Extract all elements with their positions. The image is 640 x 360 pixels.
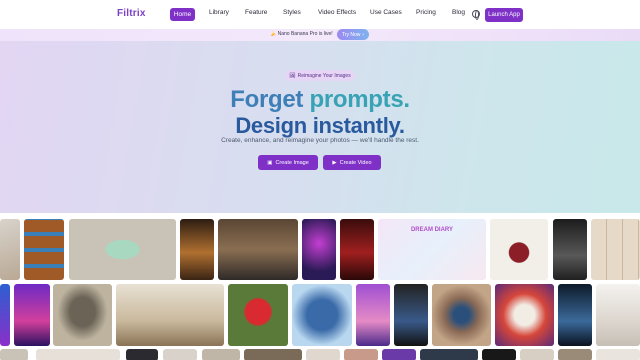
gallery-image[interactable]: [69, 219, 176, 280]
nav-video-effects[interactable]: Video Effects: [318, 9, 356, 16]
hero-title-part2: prompts.: [309, 86, 410, 113]
nav-blog[interactable]: Blog: [452, 9, 465, 16]
image-gallery: DREAM DIARY: [0, 213, 640, 360]
brand-logo[interactable]: Filtrix: [117, 8, 146, 19]
gallery-image[interactable]: [596, 284, 640, 346]
nav-use-cases[interactable]: Use Cases: [370, 9, 402, 16]
gallery-image[interactable]: [292, 284, 352, 346]
dream-diary-text: DREAM DIARY: [410, 227, 454, 233]
gallery-image[interactable]: [228, 284, 288, 346]
gallery-image[interactable]: [394, 284, 428, 346]
gallery-image[interactable]: [356, 284, 390, 346]
image-icon: 🖼: [289, 72, 296, 79]
gallery-image[interactable]: [382, 349, 416, 360]
gallery-image[interactable]: [24, 219, 64, 280]
gallery-image[interactable]: [202, 349, 240, 360]
create-video-button[interactable]: ▶ Create Video: [323, 155, 381, 170]
nav-feature[interactable]: Feature: [245, 9, 267, 16]
globe-icon[interactable]: [472, 10, 480, 20]
gallery-image[interactable]: [520, 349, 554, 360]
gallery-image[interactable]: [420, 349, 478, 360]
gallery-image[interactable]: [432, 284, 491, 346]
try-now-label: Try Now: [341, 31, 361, 38]
hero-subtitle: Create, enhance, and reimagine your phot…: [221, 137, 419, 144]
launch-app-button[interactable]: Launch App: [485, 8, 523, 22]
nav-library[interactable]: Library: [209, 9, 229, 16]
gallery-image[interactable]: [558, 284, 592, 346]
gallery-image[interactable]: [596, 349, 640, 360]
announcement-text: 🍌 Nano Banana Pro is live!: [270, 31, 333, 37]
create-video-label: Create Video: [339, 159, 372, 166]
gallery-image[interactable]: [0, 284, 10, 346]
gallery-image[interactable]: [302, 219, 336, 280]
hero-title-part1: Forget: [230, 86, 310, 113]
gallery-image[interactable]: [490, 219, 548, 280]
try-now-button[interactable]: Try Now ›: [337, 29, 369, 40]
video-icon: ▶: [332, 159, 337, 166]
hero-badge: 🖼 Reimagine Your Images: [285, 70, 355, 81]
gallery-image[interactable]: [180, 219, 214, 280]
gallery-image[interactable]: [591, 219, 640, 280]
gallery-image[interactable]: [116, 284, 224, 346]
gallery-image[interactable]: [126, 349, 158, 360]
top-navbar: Filtrix Home Library Feature Styles Vide…: [0, 0, 640, 29]
gallery-image[interactable]: [218, 219, 298, 280]
gallery-image[interactable]: [340, 219, 374, 280]
create-image-label: Create Image: [275, 159, 309, 166]
hero-badge-label: Reimagine Your Images: [297, 72, 351, 79]
hero-title-line2: Design instantly.: [235, 113, 405, 138]
gallery-image[interactable]: [482, 349, 516, 360]
gallery-image[interactable]: [306, 349, 340, 360]
gallery-image[interactable]: [344, 349, 378, 360]
chevron-right-icon: ›: [362, 31, 365, 38]
gallery-image[interactable]: [495, 284, 554, 346]
gallery-image[interactable]: [244, 349, 302, 360]
nav-pricing[interactable]: Pricing: [416, 9, 436, 16]
create-image-button[interactable]: ▣ Create Image: [258, 155, 318, 170]
hero-title: Forget prompts.: [0, 86, 640, 114]
image-icon: ▣: [267, 159, 273, 166]
gallery-image[interactable]: [163, 349, 197, 360]
gallery-image[interactable]: [36, 349, 120, 360]
gallery-image[interactable]: [53, 284, 112, 346]
gallery-image[interactable]: [14, 284, 50, 346]
nav-home-button[interactable]: Home: [170, 8, 195, 21]
gallery-image[interactable]: [0, 349, 28, 360]
gallery-image[interactable]: [558, 349, 592, 360]
gallery-image[interactable]: [0, 219, 20, 280]
gallery-image[interactable]: [553, 219, 587, 280]
gallery-image[interactable]: DREAM DIARY: [378, 219, 486, 280]
nav-styles[interactable]: Styles: [283, 9, 301, 16]
